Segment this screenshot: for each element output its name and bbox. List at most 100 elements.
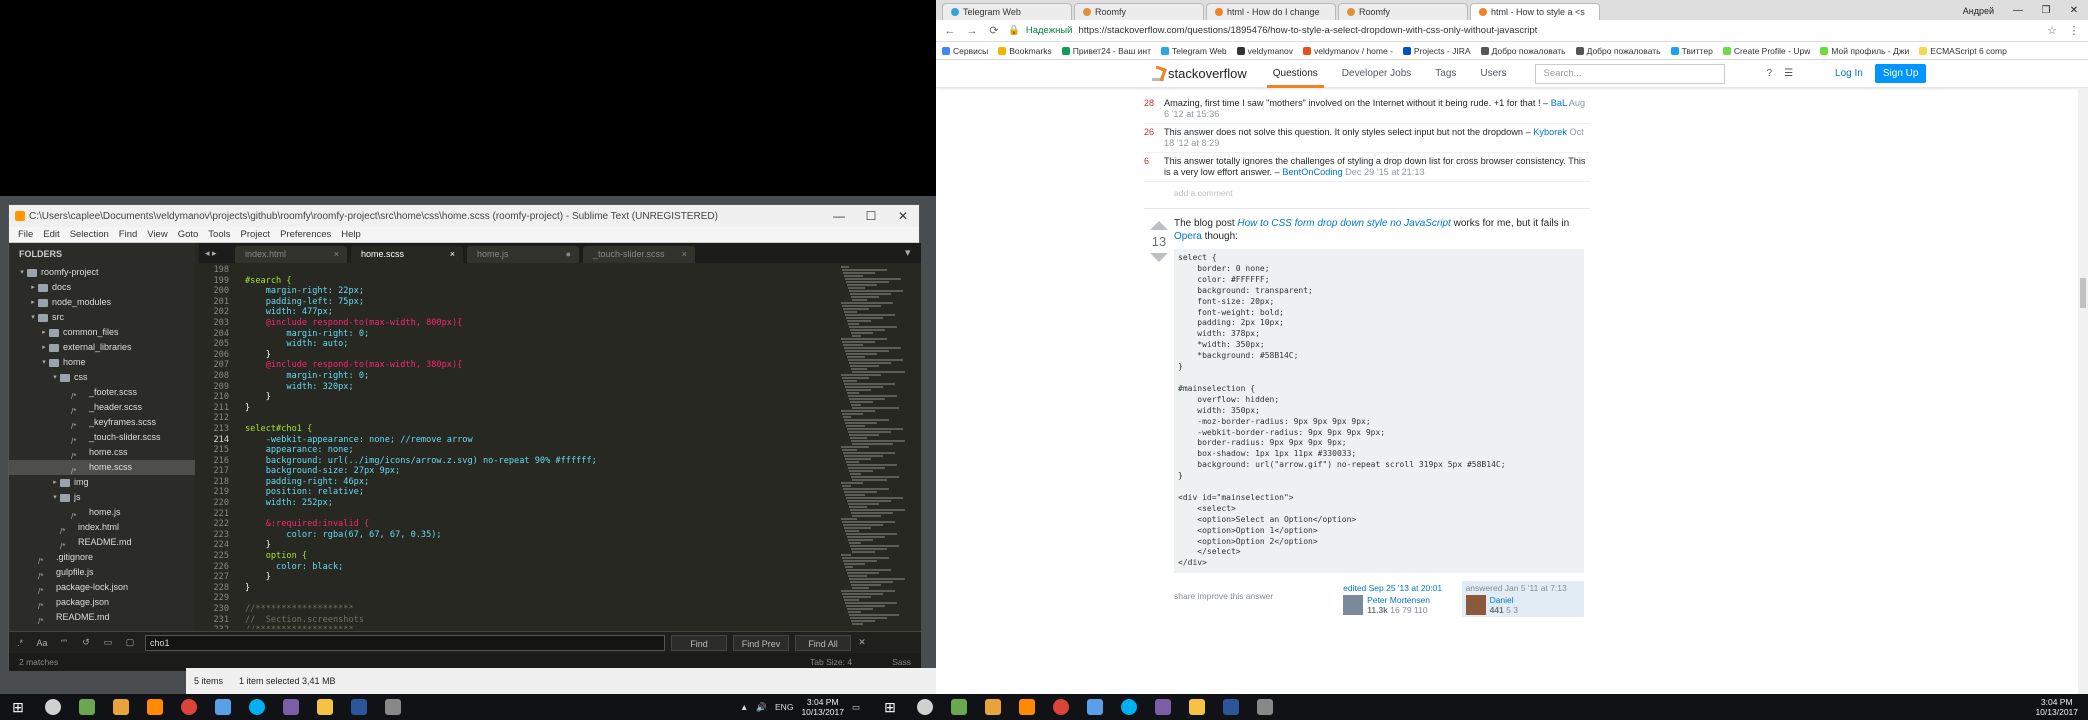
code-line[interactable]: 215 appearance: none; [199, 445, 839, 456]
sublime-task-icon[interactable] [138, 694, 172, 720]
reload-icon[interactable]: ⟳ [986, 24, 1002, 37]
downvote-icon[interactable] [1150, 253, 1168, 262]
tree-file[interactable]: /* gulpfile.js [9, 565, 195, 581]
chrome-task-icon[interactable] [172, 694, 206, 720]
code-line[interactable]: 201 padding-left: 75px; [199, 297, 839, 308]
explorer-icon[interactable] [1180, 694, 1214, 720]
browser-tab-active[interactable]: html - How to style a <s [1470, 3, 1600, 20]
help-icon[interactable]: ? [1767, 68, 1773, 79]
improve-link[interactable]: improve this answer [1198, 591, 1274, 601]
tree-file[interactable]: /* _keyframes.scss [9, 415, 195, 431]
code-line[interactable]: 206 } [199, 350, 839, 361]
chrome-user[interactable]: Андрей [1953, 2, 2004, 20]
selection-toggle-icon[interactable]: ▭ [97, 637, 119, 648]
code-line[interactable]: 199 #search { [199, 276, 839, 287]
notifications-icon[interactable]: ▭ [852, 702, 860, 713]
windows-start-icon[interactable]: ⊞ [0, 694, 36, 720]
bookmark-item[interactable]: Telegram Web [1161, 46, 1227, 56]
app-icon[interactable] [976, 694, 1010, 720]
code-line[interactable]: 214 -webkit-appearance: none; //remove a… [199, 435, 839, 446]
code-line[interactable]: 216 background: url(../img/icons/arrow.z… [199, 456, 839, 467]
nav-tags[interactable]: Tags [1429, 59, 1462, 88]
find-button[interactable]: Find [671, 634, 727, 651]
code-line[interactable]: 224 } [199, 540, 839, 551]
share-link[interactable]: share [1174, 591, 1195, 601]
menu-dots-icon[interactable]: ⋮ [2066, 24, 2082, 37]
tree-file[interactable]: /* home.scss [9, 460, 195, 476]
code-line[interactable]: 207 @include respond-to(max-width, 380px… [199, 360, 839, 371]
close-icon[interactable]: × [334, 246, 339, 263]
left-clock[interactable]: 3:04 PM 10/13/2017 [801, 697, 844, 717]
tree-folder[interactable]: ▾ src [9, 310, 195, 325]
nav-users[interactable]: Users [1474, 59, 1512, 88]
browser-tab[interactable]: Roomfy [1338, 3, 1468, 20]
author-name[interactable]: Daniel [1490, 595, 1518, 605]
word-icon[interactable] [1214, 694, 1248, 720]
menu-view[interactable]: View [142, 227, 172, 242]
app-icon[interactable] [274, 694, 308, 720]
status-syntax[interactable]: Sass [892, 657, 911, 667]
page-scrollbar[interactable] [2078, 88, 2088, 694]
comment-user-link[interactable]: BentOnCoding [1282, 167, 1342, 177]
app-icon[interactable] [942, 694, 976, 720]
forward-icon[interactable]: → [964, 25, 980, 37]
bookmark-item[interactable]: Сервисы [942, 46, 988, 56]
url-field[interactable]: 🔒 Надежный https://stackoverflow.com/que… [1008, 23, 2038, 39]
code-line[interactable]: 204 margin-right: 0; [199, 329, 839, 340]
tab-nav-arrows-icon[interactable]: ◂ ▸ [205, 243, 235, 263]
code-line[interactable]: 212 [199, 413, 839, 424]
code-line[interactable]: 227 } [199, 572, 839, 583]
code-line[interactable]: 202 width: 477px; [199, 307, 839, 318]
code-line[interactable]: 231 // Section.screenshots [199, 615, 839, 626]
blog-post-link[interactable]: How to CSS form drop down style no JavaS… [1237, 218, 1450, 229]
signup-button[interactable]: Sign Up [1874, 64, 1927, 83]
close-icon[interactable]: × [450, 246, 455, 263]
code-line[interactable]: 219 position: relative; [199, 487, 839, 498]
minimap[interactable] [841, 265, 911, 627]
code-line[interactable]: 210 } [199, 392, 839, 403]
tree-folder[interactable]: ▾ js [9, 490, 195, 505]
login-link[interactable]: Log In [1835, 68, 1863, 79]
regex-toggle-icon[interactable]: .* [9, 638, 31, 648]
code-line[interactable]: 203 @include respond-to(max-width, 800px… [199, 318, 839, 329]
tree-folder[interactable]: ▾ roomfy-project [9, 265, 195, 280]
highlight-toggle-icon[interactable]: ▢ [119, 637, 141, 648]
comment-user-link[interactable]: BaL [1551, 98, 1567, 108]
nav-jobs[interactable]: Developer Jobs [1336, 59, 1417, 88]
menu-selection[interactable]: Selection [65, 227, 114, 242]
tree-file[interactable]: /* package-lock.json [9, 580, 195, 596]
code-line[interactable]: 217 background-size: 27px 9px; [199, 466, 839, 477]
app-icon[interactable] [1146, 694, 1180, 720]
tree-file[interactable]: /* README.md [9, 610, 195, 626]
tab-dropdown-icon[interactable]: ▾ [905, 243, 921, 263]
menu-find[interactable]: Find [114, 227, 142, 242]
language-indicator[interactable]: ENG [775, 702, 793, 712]
dirty-dot-icon[interactable]: ● [566, 246, 571, 263]
find-input[interactable] [145, 634, 665, 651]
tree-file[interactable]: /* index.html [9, 520, 195, 536]
sublime-titlebar[interactable]: C:\Users\caplee\Documents\veldymanov\pro… [9, 205, 919, 227]
code-line[interactable]: 213 select#cho1 { [199, 424, 839, 435]
avatar[interactable] [1343, 595, 1364, 616]
tab-touch-slider[interactable]: _touch-slider.scss × [583, 246, 695, 263]
app-icon[interactable] [70, 694, 104, 720]
find-all-button[interactable]: Find All [795, 634, 851, 651]
bookmark-item[interactable]: Bookmarks [998, 46, 1052, 56]
browser-tab[interactable]: html - How do I change [1206, 3, 1336, 20]
tree-file[interactable]: /* _touch-slider.scss [9, 430, 195, 446]
tree-file[interactable]: /* home.css [9, 445, 195, 461]
wrap-toggle-icon[interactable]: ↺ [75, 637, 97, 648]
minimize-icon[interactable]: — [823, 209, 855, 223]
word-icon[interactable] [342, 694, 376, 720]
chrome-task-icon[interactable] [1044, 694, 1078, 720]
skype-icon[interactable] [1112, 694, 1146, 720]
app-icon[interactable] [908, 694, 942, 720]
review-icon[interactable]: ☰ [1784, 68, 1793, 79]
menu-file[interactable]: File [13, 227, 38, 242]
code-line[interactable]: 222 &:required:invalid { [199, 519, 839, 530]
tree-folder[interactable]: ▸ external_libraries [9, 340, 195, 355]
avatar[interactable] [1465, 595, 1486, 616]
star-icon[interactable]: ☆ [2044, 24, 2060, 37]
close-find-icon[interactable]: ✕ [851, 637, 873, 648]
bookmark-item[interactable]: ECMAScript 6 comp [1919, 46, 2007, 56]
